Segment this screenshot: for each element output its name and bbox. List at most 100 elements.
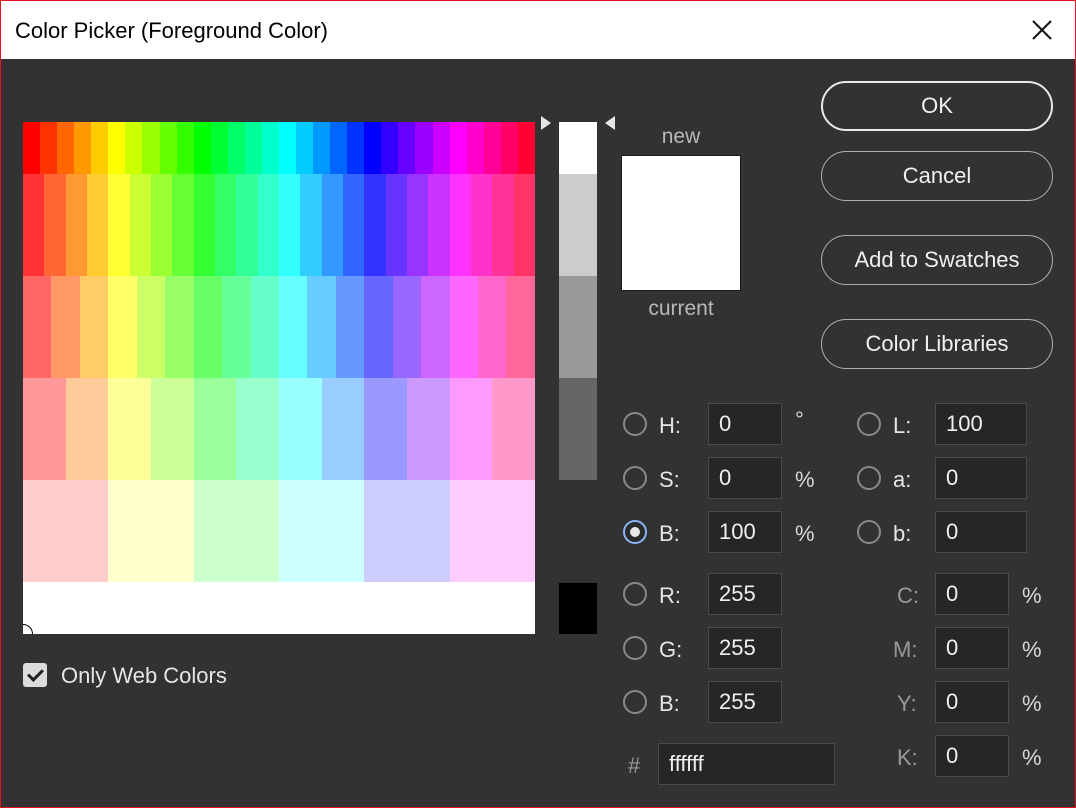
color-field-cell[interactable]	[136, 276, 166, 378]
color-field-cell[interactable]	[449, 276, 478, 378]
ok-button[interactable]: OK	[821, 81, 1053, 131]
slider-left-arrow-icon[interactable]	[541, 116, 551, 130]
color-field-cell[interactable]	[278, 276, 308, 378]
close-button[interactable]	[1009, 1, 1075, 59]
color-field-cell[interactable]	[151, 378, 194, 480]
color-field-cell[interactable]	[364, 276, 393, 378]
color-field-row[interactable]	[23, 174, 535, 276]
color-field-cell[interactable]	[159, 122, 177, 174]
color-field-cell[interactable]	[385, 174, 407, 276]
color-field-cell[interactable]	[65, 174, 87, 276]
color-slider[interactable]	[559, 122, 597, 480]
color-field-cell[interactable]	[44, 174, 66, 276]
color-field-cell[interactable]	[40, 122, 58, 174]
color-slider-segment[interactable]	[559, 174, 597, 276]
radio-r[interactable]	[623, 582, 647, 606]
color-field-cell[interactable]	[193, 276, 223, 378]
current-color-swatch[interactable]	[621, 223, 741, 291]
color-field-cell[interactable]	[500, 122, 518, 174]
add-to-swatches-button[interactable]: Add to Swatches	[821, 235, 1053, 285]
color-field-cell[interactable]	[165, 276, 194, 378]
input-s[interactable]: 0	[708, 457, 782, 499]
color-field-cell[interactable]	[513, 174, 535, 276]
color-field-cell[interactable]	[470, 174, 493, 276]
color-field-cell[interactable]	[342, 174, 365, 276]
color-field-cell[interactable]	[150, 174, 173, 276]
color-field-cell[interactable]	[492, 174, 514, 276]
input-m[interactable]: 0	[935, 627, 1009, 669]
color-field-cell[interactable]	[108, 276, 137, 378]
input-b[interactable]: 100	[708, 511, 782, 553]
color-slider-segment[interactable]	[559, 378, 597, 480]
input-c[interactable]: 0	[935, 573, 1009, 615]
input-h[interactable]: 0	[708, 403, 782, 445]
color-field-cell[interactable]	[492, 378, 535, 480]
color-field-cell[interactable]	[57, 122, 75, 174]
radio-g[interactable]	[623, 636, 647, 660]
radio-lab-b[interactable]	[857, 520, 881, 544]
color-field-cell[interactable]	[222, 276, 251, 378]
color-field-cell[interactable]	[23, 480, 109, 582]
color-field-cell[interactable]	[347, 122, 365, 174]
color-field-row[interactable]	[23, 276, 535, 378]
color-field-cell[interactable]	[449, 378, 493, 480]
color-field-cell[interactable]	[449, 122, 467, 174]
color-field-cell[interactable]	[478, 276, 507, 378]
color-field-cell[interactable]	[392, 276, 422, 378]
color-field-cell[interactable]	[364, 122, 382, 174]
color-field-cell[interactable]	[364, 378, 408, 480]
radio-h[interactable]	[623, 412, 647, 436]
color-field-cell[interactable]	[210, 122, 228, 174]
input-g[interactable]: 255	[708, 627, 782, 669]
input-l[interactable]: 100	[935, 403, 1027, 445]
color-field-cell[interactable]	[65, 378, 109, 480]
color-field-row[interactable]	[23, 582, 535, 634]
color-field-cell[interactable]	[125, 122, 143, 174]
color-field-cell[interactable]	[415, 122, 433, 174]
radio-l[interactable]	[857, 412, 881, 436]
color-field-cell[interactable]	[108, 122, 126, 174]
color-field-cell[interactable]	[406, 174, 429, 276]
radio-b[interactable]	[623, 520, 647, 544]
color-field-cell[interactable]	[227, 122, 245, 174]
color-field-cell[interactable]	[23, 122, 41, 174]
color-field-cell[interactable]	[193, 480, 279, 582]
color-field-cell[interactable]	[257, 174, 279, 276]
color-field-cell[interactable]	[278, 122, 296, 174]
color-field-cell[interactable]	[108, 378, 152, 480]
color-field-cell[interactable]	[278, 174, 301, 276]
color-field-cell[interactable]	[313, 122, 331, 174]
color-field-cell[interactable]	[278, 480, 365, 582]
input-a[interactable]: 0	[935, 457, 1027, 499]
color-field-cell[interactable]	[398, 122, 416, 174]
color-field[interactable]	[23, 122, 535, 634]
color-field-row[interactable]	[23, 480, 535, 582]
input-r[interactable]: 255	[708, 573, 782, 615]
color-field-cell[interactable]	[51, 276, 80, 378]
color-field-cell[interactable]	[364, 480, 450, 582]
color-field-cell[interactable]	[214, 174, 237, 276]
color-field-cell[interactable]	[193, 122, 211, 174]
color-field-cell[interactable]	[296, 122, 314, 174]
color-field-cell[interactable]	[321, 378, 365, 480]
input-hex[interactable]: ffffff	[658, 743, 835, 785]
color-field-cell[interactable]	[142, 122, 160, 174]
color-field-cell[interactable]	[449, 480, 535, 582]
color-libraries-button[interactable]: Color Libraries	[821, 319, 1053, 369]
color-field-cell[interactable]	[86, 174, 109, 276]
color-field-cell[interactable]	[108, 174, 130, 276]
color-field-cell[interactable]	[381, 122, 399, 174]
color-field-cell[interactable]	[300, 174, 322, 276]
color-field-row[interactable]	[23, 378, 535, 480]
color-slider-black[interactable]	[559, 583, 597, 634]
input-y[interactable]: 0	[935, 681, 1009, 723]
color-field-cell[interactable]	[279, 378, 322, 480]
color-field-cell[interactable]	[307, 276, 336, 378]
color-field-cell[interactable]	[428, 174, 450, 276]
input-lab-b[interactable]: 0	[935, 511, 1027, 553]
input-blue[interactable]: 255	[708, 681, 782, 723]
color-field-cell[interactable]	[193, 378, 237, 480]
color-field-cell[interactable]	[176, 122, 194, 174]
color-field-cell[interactable]	[330, 122, 348, 174]
only-web-colors-checkbox[interactable]	[23, 663, 47, 687]
